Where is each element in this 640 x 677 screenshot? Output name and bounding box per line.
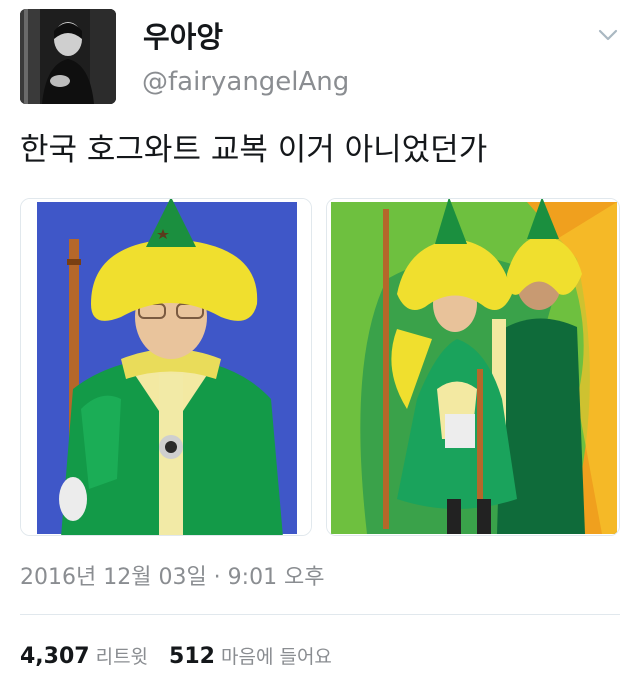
likes-stat[interactable]: 512 마음에 들어요 (169, 642, 332, 672)
avatar[interactable] (20, 9, 116, 104)
tweet-stats: 4,307 리트윗 512 마음에 들어요 (20, 642, 346, 672)
likes-count: 512 (169, 644, 215, 669)
tweet-text: 한국 호그와트 교복 이거 아니었던가 (20, 132, 488, 168)
media-photo-1[interactable] (20, 198, 312, 536)
retweets-stat[interactable]: 4,307 리트윗 (20, 642, 148, 672)
author-handle[interactable]: @fairyangelAng (142, 66, 349, 98)
tweet-timestamp[interactable]: 2016년 12월 03일 · 9:01 오후 (20, 563, 325, 593)
chevron-down-icon[interactable] (596, 23, 620, 47)
author-name[interactable]: 우아앙 (143, 19, 223, 55)
retweets-count: 4,307 (20, 644, 90, 669)
divider (20, 614, 620, 615)
media-grid (20, 198, 620, 536)
retweets-label: 리트윗 (95, 646, 149, 668)
likes-label: 마음에 들어요 (220, 646, 332, 668)
tweet-header: 우아앙 @fairyangelAng (20, 9, 620, 104)
media-photo-2[interactable] (326, 198, 620, 536)
